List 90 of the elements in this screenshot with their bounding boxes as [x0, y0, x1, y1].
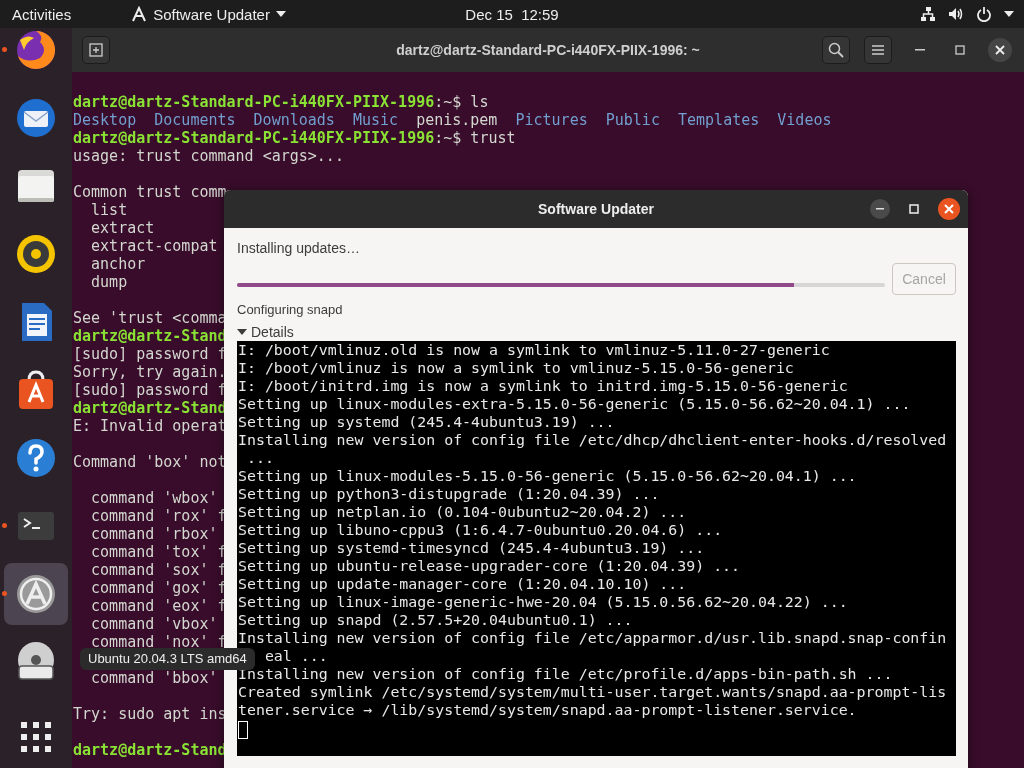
stage-text: Configuring snapd	[237, 302, 344, 318]
terminal-text: Common trust comm	[73, 183, 227, 201]
minimize-icon	[915, 49, 925, 51]
menu-icon	[872, 45, 884, 55]
directory-name: Templates	[678, 111, 760, 129]
menu-button[interactable]	[864, 36, 892, 64]
close-icon	[944, 204, 954, 214]
terminal-text: Sorry, try again.	[73, 363, 227, 381]
details-expander[interactable]: Details	[251, 324, 294, 340]
log-line: Created symlink /etc/systemd/system/multi-user.target.wants/snapd.aa-prompt-lis	[238, 683, 947, 701]
dock-item[interactable]	[4, 563, 68, 625]
update-icon	[14, 572, 58, 616]
terminal-text: extract	[90, 219, 155, 237]
directory-name: Pictures	[515, 111, 588, 129]
expanded-arrow-icon[interactable]	[237, 327, 247, 337]
globe-icon	[14, 28, 58, 72]
terminal-text: :~$ trust	[434, 129, 516, 147]
log-line: Installing new version of config file /etc/dhcp/dhclient-enter-hooks.d/resolved	[238, 431, 947, 449]
search-button[interactable]	[822, 36, 850, 64]
log-line: tener.service → /lib/systemd/system/snapd.aa-prompt-listener.service.	[238, 701, 857, 719]
log-line: I: /boot/vmlinuz is now a symlink to vmlinuz-5.15.0-56-generic	[238, 359, 794, 377]
directory-name: Public	[605, 111, 660, 129]
caret-icon[interactable]	[1004, 11, 1014, 17]
dialog-title: Software Updater	[538, 201, 654, 217]
log-line: Setting up systemd (245.4-4ubuntu3.19) ...	[238, 413, 615, 431]
app-icon	[131, 6, 148, 22]
terminal-text: list	[90, 201, 128, 219]
new-tab-icon	[89, 43, 103, 57]
maximize-icon	[909, 204, 919, 214]
directory-name: Documents	[154, 111, 236, 129]
terminal-text: usage: trust command <args>...	[73, 147, 344, 165]
terminal-text: extract-compat	[90, 237, 218, 255]
activities-button[interactable]: Activities	[12, 5, 72, 23]
log-line: Setting up linux-modules-5.15.0-56-generic (5.15.0-56.62~20.04.1) ...	[238, 467, 857, 485]
terminal-text: See 'trust <comma	[73, 309, 227, 327]
close-button[interactable]	[938, 198, 960, 220]
prompt-text: dartz@dartz-Standard-PC-i440FX-PIIX-1996	[73, 129, 435, 147]
prompt-text: dartz@dartz-Stand	[73, 741, 227, 759]
app-grid-icon[interactable]	[21, 722, 51, 752]
text-cursor-icon	[238, 721, 248, 739]
maximize-icon	[955, 45, 965, 55]
directory-name: Videos	[777, 111, 832, 129]
caret-icon[interactable]	[275, 11, 286, 17]
terminal-text: command 'wbox'	[90, 489, 218, 507]
terminal-text: penis.pem	[416, 111, 498, 129]
log-line: Setting up update-manager-core (1:20.04.10.10) ...	[238, 575, 687, 593]
prompt-text: dartz@dartz-Stand	[73, 327, 227, 345]
log-line: Setting up linux-image-generic-hwe-20.04 (5.15.0.56.62~20.04.22) ...	[238, 593, 848, 611]
close-button[interactable]	[988, 38, 1012, 62]
status-text: Installing updates…	[237, 240, 361, 256]
terminal-text: dump	[90, 273, 128, 291]
log-line: Setting up ubuntu-release-upgrader-core (1:20.04.39) ...	[238, 557, 741, 575]
new-tab-button[interactable]	[82, 36, 110, 64]
log-line: Setting up netplan.io (0.104-0ubuntu2~20.04.2) ...	[238, 503, 687, 521]
minimize-button[interactable]	[870, 199, 890, 219]
log-line: I: /boot/initrd.img is now a symlink to initrd.img-5.15.0-56-generic	[238, 377, 848, 395]
prompt-text: dartz@dartz-Stand	[73, 399, 227, 417]
clock[interactable]: Dec 15 12:59	[465, 5, 559, 23]
log-line: Setting up libuno-cppu3 (1:6.4.7-0ubuntu0.20.04.6) ...	[238, 521, 723, 539]
terminal-text: Command 'box' not	[73, 453, 227, 471]
log-line: Setting up python3-distupgrade (1:20.04.39) ...	[238, 485, 660, 503]
terminal-text: command 'rbox'	[90, 525, 218, 543]
log-line: Installing new version of config file /etc/apparmor.d/usr.lib.snapd.snap-confin	[238, 629, 947, 647]
terminal-text: command 'bbox'	[90, 669, 218, 687]
mail-icon	[14, 96, 58, 140]
log-line: ...	[245, 449, 274, 467]
app-menu[interactable]: Software Updater	[153, 5, 270, 23]
close-icon	[995, 45, 1005, 55]
log-line: Setting up systemd-timesyncd (245.4-4ubuntu3.19) ...	[238, 539, 705, 557]
tooltip: Ubuntu 20.04.3 LTS amd64	[80, 648, 255, 670]
terminal-text: E: Invalid operat	[73, 417, 227, 435]
directory-name: Downloads	[253, 111, 335, 129]
log-line: I: /boot/vmlinuz.old is now a symlink to vmlinuz-5.11.0-27-generic	[238, 341, 830, 359]
terminal-text: :~$ ls	[434, 93, 489, 111]
directory-name: Desktop	[73, 111, 137, 129]
directory-name: Music	[352, 111, 399, 129]
power-icon[interactable]	[976, 6, 992, 22]
speaker-icon	[14, 232, 58, 276]
log-line: Setting up snapd (2.57.5+20.04ubuntu0.1) ...	[238, 611, 633, 629]
search-icon	[828, 42, 844, 58]
volume-icon[interactable]	[948, 6, 964, 22]
terminal-text: anchor	[90, 255, 146, 273]
network-icon[interactable]	[920, 6, 936, 22]
help-icon	[14, 436, 58, 480]
terminal-text: command 'vbox'	[90, 615, 218, 633]
log-line: eal ...	[264, 647, 328, 665]
log-line: Setting up linux-modules-extra-5.15.0-56-generic (5.15.0-56.62~20.04.1) ...	[238, 395, 911, 413]
minimize-icon	[876, 208, 884, 210]
window-title: dartz@dartz-Standard-PC-i440FX-PIIX-1996: ~	[396, 42, 700, 58]
prompt-text: dartz@dartz-Standard-PC-i440FX-PIIX-1996	[73, 93, 435, 111]
